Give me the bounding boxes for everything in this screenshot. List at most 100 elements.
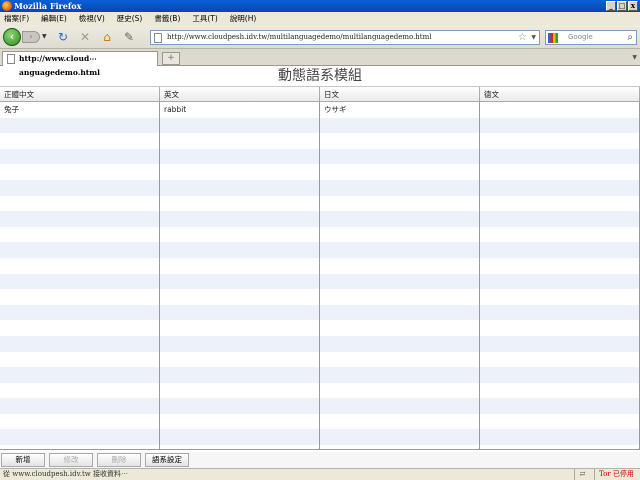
empty-cell <box>160 320 320 336</box>
empty-cell <box>160 133 320 149</box>
cell-japanese[interactable]: ウサギ <box>320 102 480 118</box>
empty-cell <box>320 413 480 430</box>
empty-row <box>0 289 640 305</box>
search-icon[interactable]: ⌕ <box>627 31 633 44</box>
empty-row <box>0 413 640 430</box>
empty-cell <box>160 351 320 368</box>
empty-cell <box>160 257 320 274</box>
empty-cell <box>160 117 320 134</box>
new-tab-button[interactable]: + <box>162 52 180 65</box>
empty-row <box>0 445 640 449</box>
empty-cell <box>320 351 480 368</box>
empty-cell <box>0 320 160 336</box>
empty-row <box>0 117 640 134</box>
empty-cell <box>160 242 320 258</box>
menu-tools[interactable]: 工具(T) <box>192 12 217 25</box>
menu-view[interactable]: 檢視(V) <box>79 12 105 25</box>
home-icon[interactable]: ⌂ <box>100 30 114 44</box>
empty-row <box>0 226 640 243</box>
empty-cell <box>480 304 640 321</box>
window-titlebar: Mozilla Firefox _ □ x <box>0 0 640 12</box>
add-button[interactable]: 新增 <box>1 453 45 467</box>
empty-cell <box>160 382 320 399</box>
empty-cell <box>160 195 320 212</box>
empty-cell <box>0 367 160 383</box>
cell-chinese[interactable]: 兔子 <box>0 102 160 118</box>
bookmark-star-icon[interactable]: ☆ <box>518 31 527 44</box>
column-header-german[interactable]: 德文 <box>480 87 640 101</box>
empty-cell <box>320 320 480 336</box>
empty-cell <box>0 133 160 149</box>
menu-file[interactable]: 檔案(F) <box>4 12 29 25</box>
empty-cell <box>160 304 320 321</box>
delete-button[interactable]: 刪除 <box>97 453 141 467</box>
google-icon[interactable] <box>548 33 558 43</box>
empty-row <box>0 242 640 258</box>
empty-row <box>0 179 640 196</box>
empty-cell <box>320 179 480 196</box>
empty-cell <box>160 164 320 180</box>
cell-german[interactable] <box>480 102 640 118</box>
page-title: 動態語系模組 <box>0 66 640 87</box>
history-dropdown-icon[interactable]: ▼ <box>42 33 47 40</box>
empty-cell <box>480 164 640 180</box>
empty-row <box>0 398 640 414</box>
tab-current[interactable]: http://www.cloud⋯anguagedemo.html <box>2 51 158 77</box>
empty-cell <box>0 382 160 399</box>
cell-english[interactable]: rabbit <box>160 102 320 118</box>
empty-cell <box>480 445 640 449</box>
empty-cell <box>320 289 480 305</box>
empty-cell <box>0 117 160 134</box>
close-button[interactable]: x <box>628 1 638 11</box>
menu-help[interactable]: 說明(H) <box>230 12 257 25</box>
table-row[interactable]: 兔子 rabbit ウサギ <box>0 102 640 118</box>
tab-list-icon[interactable]: ▼ <box>632 54 637 61</box>
reload-icon[interactable]: ↻ <box>56 30 70 44</box>
column-header-english[interactable]: 英文 <box>160 87 320 101</box>
empty-row <box>0 335 640 352</box>
empty-cell <box>320 273 480 290</box>
restore-button[interactable]: □ <box>617 1 627 11</box>
empty-cell <box>320 242 480 258</box>
back-button[interactable]: ‹ <box>3 28 21 46</box>
tab-strip: http://www.cloud⋯anguagedemo.html + ▼ <box>0 49 640 77</box>
empty-cell <box>160 367 320 383</box>
empty-cell <box>160 226 320 243</box>
empty-row <box>0 257 640 274</box>
menu-edit[interactable]: 編輯(E) <box>41 12 67 25</box>
empty-cell <box>480 351 640 368</box>
url-dropdown-icon[interactable]: ▼ <box>531 31 536 44</box>
empty-cell <box>480 117 640 134</box>
empty-cell <box>0 398 160 414</box>
tool-icon[interactable]: ✎ <box>122 30 136 44</box>
empty-cell <box>320 382 480 399</box>
empty-cell <box>480 179 640 196</box>
column-header-chinese[interactable]: 正體中文 <box>0 87 160 101</box>
forward-button[interactable]: › <box>22 31 40 43</box>
firefox-icon <box>2 1 12 11</box>
empty-row <box>0 133 640 149</box>
edit-button[interactable]: 修改 <box>49 453 93 467</box>
column-header-japanese[interactable]: 日文 <box>320 87 480 101</box>
empty-cell <box>320 304 480 321</box>
search-box[interactable]: Google ⌕ <box>545 30 637 45</box>
language-settings-button[interactable]: 語系設定 <box>145 453 189 467</box>
tor-status[interactable]: Tor 已停用 <box>594 469 640 480</box>
empty-cell <box>480 289 640 305</box>
empty-cell <box>0 429 160 446</box>
menu-bookmarks[interactable]: 書籤(B) <box>154 12 180 25</box>
empty-row <box>0 195 640 212</box>
url-text: http://www.cloudpesh.idv.tw/multilanguag… <box>167 33 432 41</box>
url-bar[interactable]: http://www.cloudpesh.idv.tw/multilanguag… <box>150 30 540 45</box>
empty-cell <box>0 164 160 180</box>
empty-cell <box>160 273 320 290</box>
empty-cell <box>0 257 160 274</box>
stop-icon[interactable]: ✕ <box>78 30 92 44</box>
empty-row <box>0 164 640 180</box>
empty-cell <box>160 335 320 352</box>
status-bar: 從 www.cloudpesh.idv.tw 接收資料⋯ ⇄ Tor 已停用 <box>0 468 640 480</box>
empty-cell <box>320 398 480 414</box>
minimize-button[interactable]: _ <box>606 1 616 11</box>
empty-cell <box>320 335 480 352</box>
menu-history[interactable]: 歷史(S) <box>117 12 143 25</box>
